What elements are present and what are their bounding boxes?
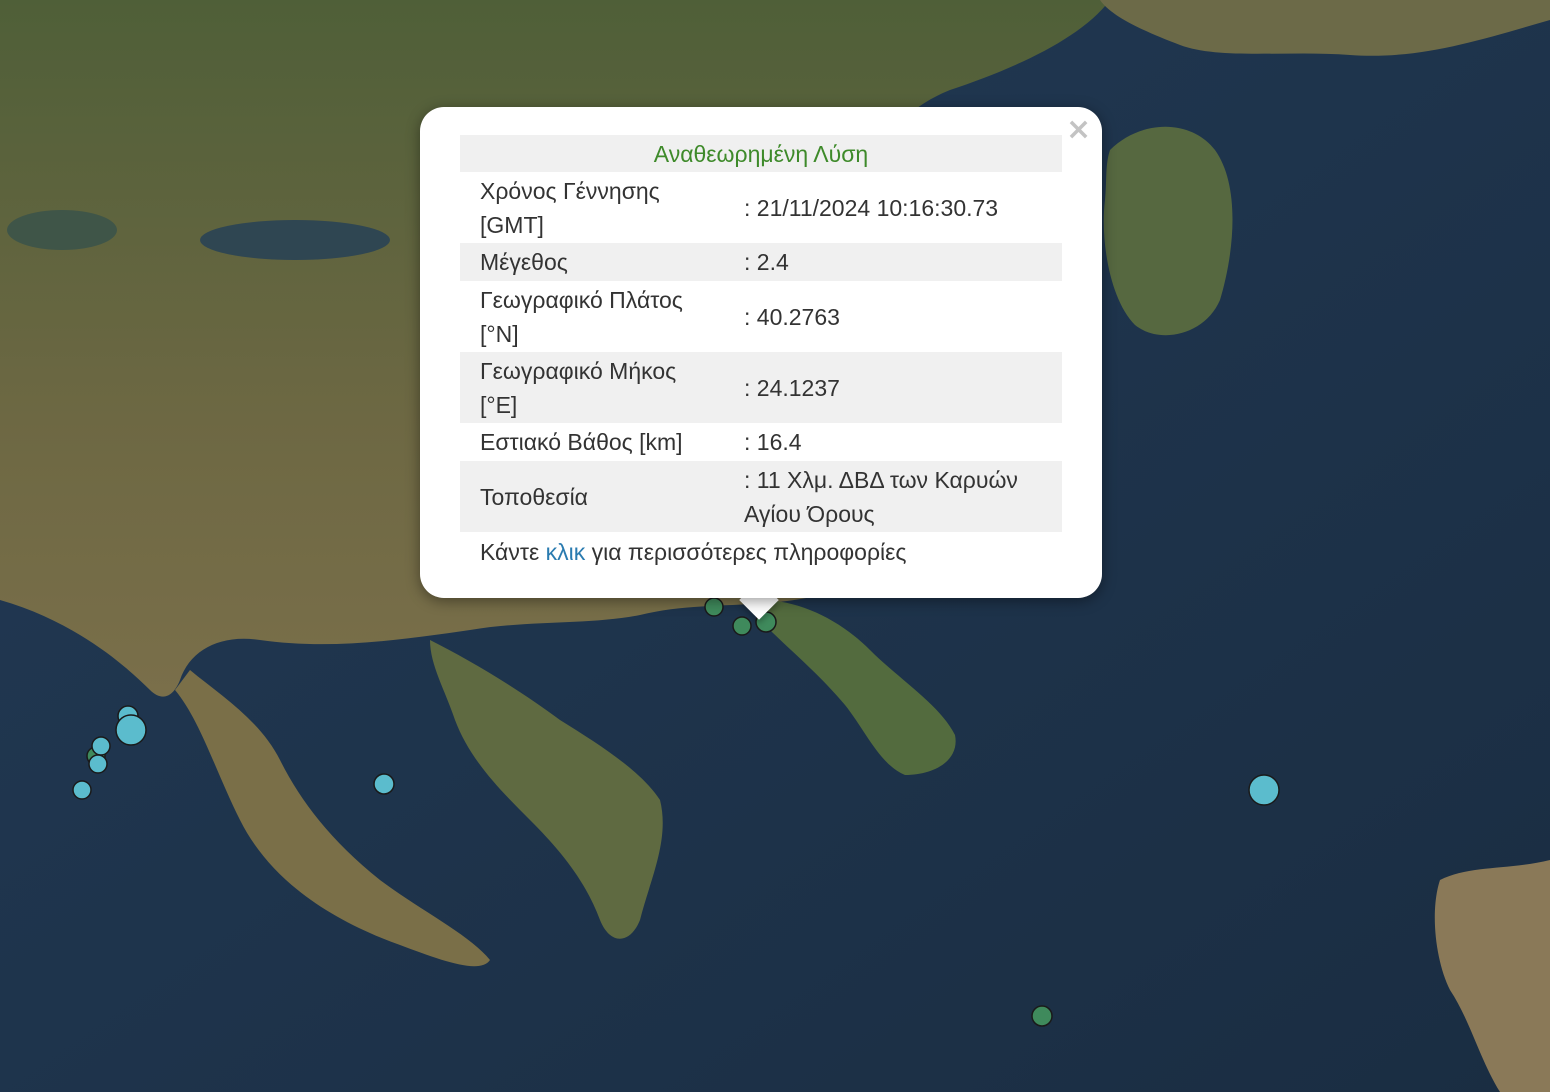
latitude-value: : 40.2763 xyxy=(744,303,840,330)
earthquake-marker[interactable] xyxy=(373,773,395,795)
earthquake-marker[interactable] xyxy=(732,616,752,636)
depth-label: Εστιακό Βάθος [km] xyxy=(480,429,683,455)
footer-suffix: για περισσότερες πληροφορίες xyxy=(585,539,907,565)
latitude-label: Γεωγραφικό Πλάτος [°N] xyxy=(480,286,683,347)
lake-volvi xyxy=(200,220,390,260)
longitude-value: : 24.1237 xyxy=(724,352,1062,423)
earthquake-marker[interactable] xyxy=(91,736,111,756)
popup-footer: Κάντε κλικ για περισσότερες πληροφορίες xyxy=(460,532,1062,572)
location-label: Τοποθεσία xyxy=(460,461,724,532)
location-value: : 11 Χλμ. ΔΒΔ των Καρυών Αγίου Όρους xyxy=(724,461,1062,532)
more-info-link[interactable]: κλικ xyxy=(546,539,586,565)
close-icon[interactable]: × xyxy=(1066,115,1091,145)
magnitude-value: : 2.4 xyxy=(724,243,1062,281)
earthquake-marker[interactable] xyxy=(704,597,724,617)
origin-time-label: Χρόνος Γέννησης [GMT] xyxy=(480,177,660,238)
depth-value: : 16.4 xyxy=(744,429,802,455)
longitude-label: Γεωγραφικό Μήκος [°E] xyxy=(460,352,724,423)
earthquake-popup: × Αναθεωρημένη Λύση Χρόνος Γέννησης [GMT… xyxy=(420,107,1102,598)
thasos-island xyxy=(1103,126,1233,336)
popup-title: Αναθεωρημένη Λύση xyxy=(460,135,1062,172)
map-view[interactable]: × Αναθεωρημένη Λύση Χρόνος Γέννησης [GMT… xyxy=(0,0,1550,1092)
lake-koroneia xyxy=(7,210,117,250)
earthquake-info-table: Αναθεωρημένη Λύση Χρόνος Γέννησης [GMT] … xyxy=(460,135,1062,572)
earthquake-marker[interactable] xyxy=(72,780,92,800)
earthquake-marker[interactable] xyxy=(88,754,108,774)
footer-prefix: Κάντε xyxy=(480,539,546,565)
magnitude-label: Μέγεθος xyxy=(460,243,724,281)
earthquake-marker[interactable] xyxy=(115,714,147,746)
earthquake-marker[interactable] xyxy=(1248,774,1280,806)
earthquake-marker[interactable] xyxy=(1031,1005,1053,1027)
origin-time-value: : 21/11/2024 10:16:30.73 xyxy=(744,194,999,221)
